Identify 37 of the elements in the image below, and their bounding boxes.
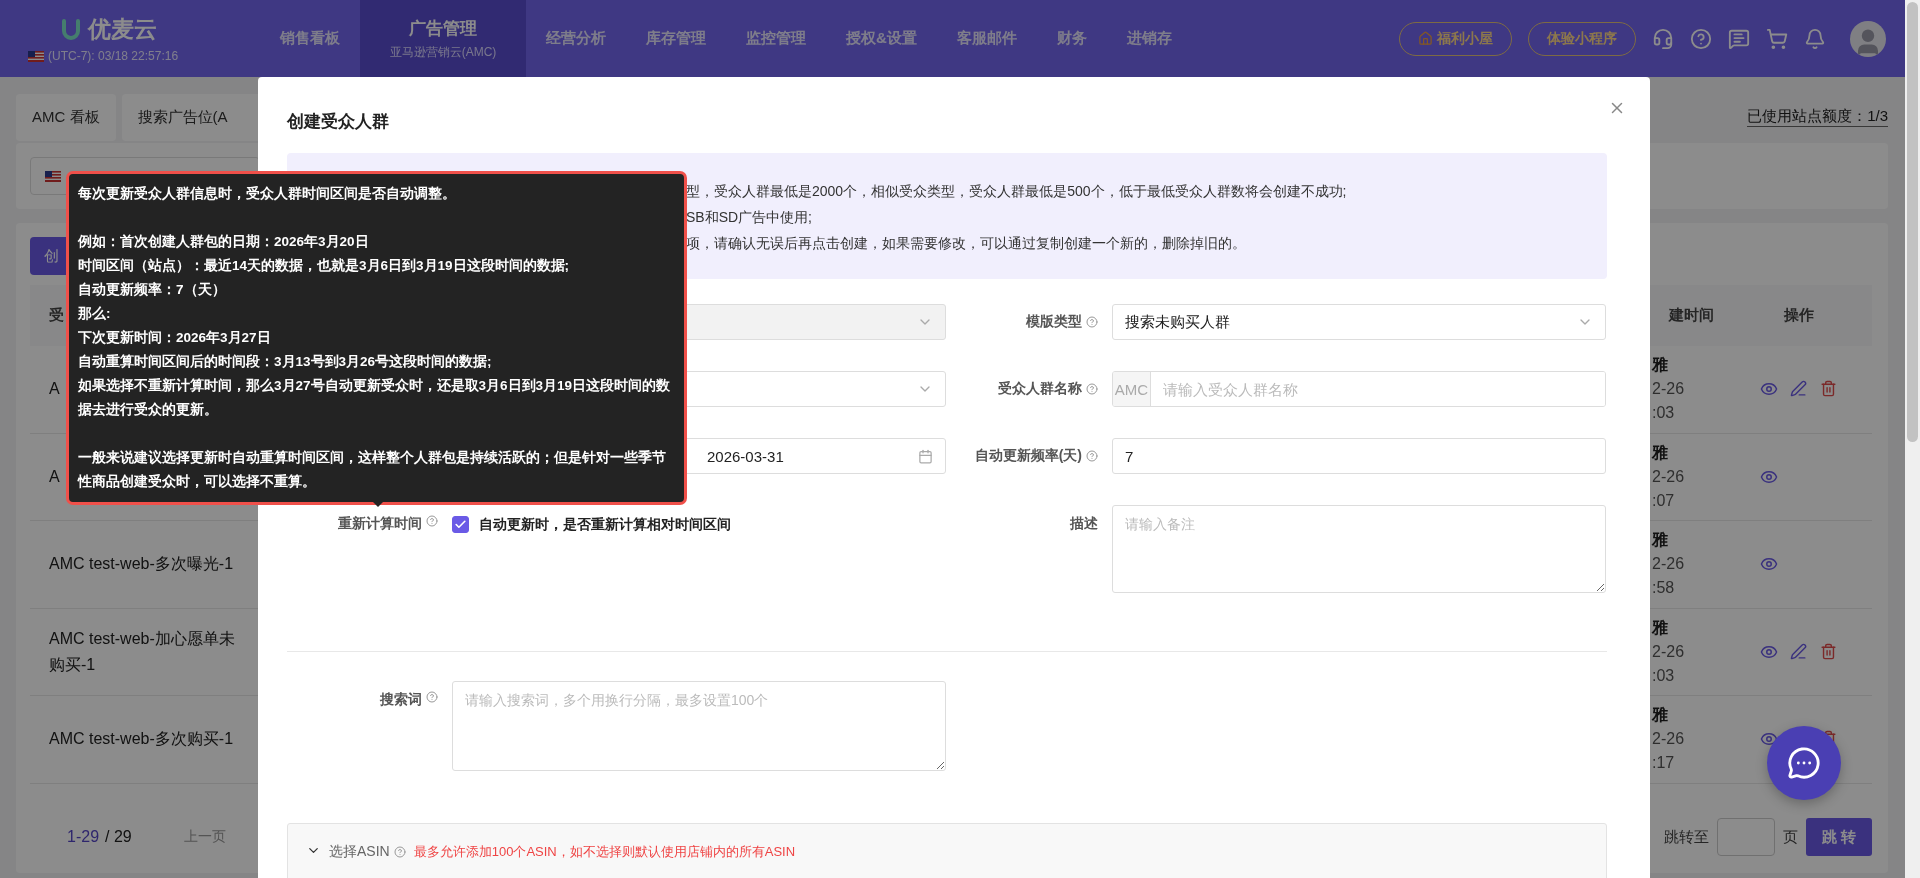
field-label: 自动更新频率(天) xyxy=(946,438,1112,474)
jump-label: 跳转至 xyxy=(1664,827,1709,847)
field-label: 重新计算时间 xyxy=(258,505,452,593)
tooltip-text: 自动重算时间区间后的时间段：3月13号到3月26号这段时间的数据; xyxy=(78,353,493,371)
page-unit: 页 xyxy=(1783,827,1798,847)
modal-title: 创建受众人群 xyxy=(287,111,390,133)
asin-label: 选择ASIN xyxy=(329,843,406,861)
notice-text: 型，受众人群最低是2000个，相似受众类型，受众人群最低是500个，低于最低受众人群数将会创建不成功; xyxy=(686,182,1348,201)
quota-text: 已使用站点额度：1/3 xyxy=(1747,107,1888,127)
table-cell-text: 雅 2-26 :07 xyxy=(1650,442,1686,511)
field-label: 搜索词 xyxy=(258,681,452,771)
table-cell-text: AMC test-web-多次购买-1 xyxy=(49,729,234,750)
tooltip-text: 如果选择不重新计算时间，那么3月27号自动更新受众时，还是取3月6日到3月19日这段时间的数据去进行受众的更新。 xyxy=(78,377,672,419)
tooltip-text: 那么: xyxy=(78,305,112,323)
table-cell-text: 雅 2-26 :03 xyxy=(1650,355,1686,424)
table-cell-text: AMC test-web-加心愿单未购买-1 xyxy=(49,628,236,675)
table-cell-text: 雅 2-26 :03 xyxy=(1650,617,1686,686)
field-label: 模版类型 xyxy=(946,304,1112,340)
tooltip-text: 时间区间（站点）：最近14天的数据，也就是3月6日到3月19日这段时间的数据; xyxy=(78,257,571,275)
notice-text: SB和SD广告中使用; xyxy=(686,208,813,227)
time-text: (UTC-7): 03/18 22:57:16 xyxy=(48,49,179,63)
table-cell-text: 雅 2-26 :17 xyxy=(1650,705,1686,774)
table-cell-text: A xyxy=(49,379,60,400)
table-cell-text: AMC test-web-多次曝光-1 xyxy=(49,554,234,575)
tooltip-text: 每次更新受众人群信息时，受众人群时间区间是否自动调整。 xyxy=(78,185,457,203)
table-cell-text: 雅 2-26 :58 xyxy=(1650,530,1686,599)
page-total: / 29 xyxy=(105,828,132,846)
table-cell-text: A xyxy=(49,466,60,487)
tooltip-text: 下次更新时间：2026年3月27日 xyxy=(78,329,272,347)
checkbox-label: 自动更新时，是否重新计算相对时间区间 xyxy=(479,516,731,533)
logo-text: 优麦云 xyxy=(88,15,157,44)
tooltip-text: 例如：首次创建人群包的日期：2026年3月20日 xyxy=(78,233,370,251)
field-label: 受众人群名称 xyxy=(946,371,1112,407)
notice-text: 项，请确认无误后再点击创建，如果需要修改，可以通过复制创建一个新的，删除掉旧的。 xyxy=(686,234,1247,253)
page-range: 1-29 xyxy=(67,828,100,846)
asin-hint: 最多允许添加100个ASIN，如不选择则默认使用店铺内的所有ASIN xyxy=(413,843,796,861)
field-label: 描述 xyxy=(1069,514,1099,533)
